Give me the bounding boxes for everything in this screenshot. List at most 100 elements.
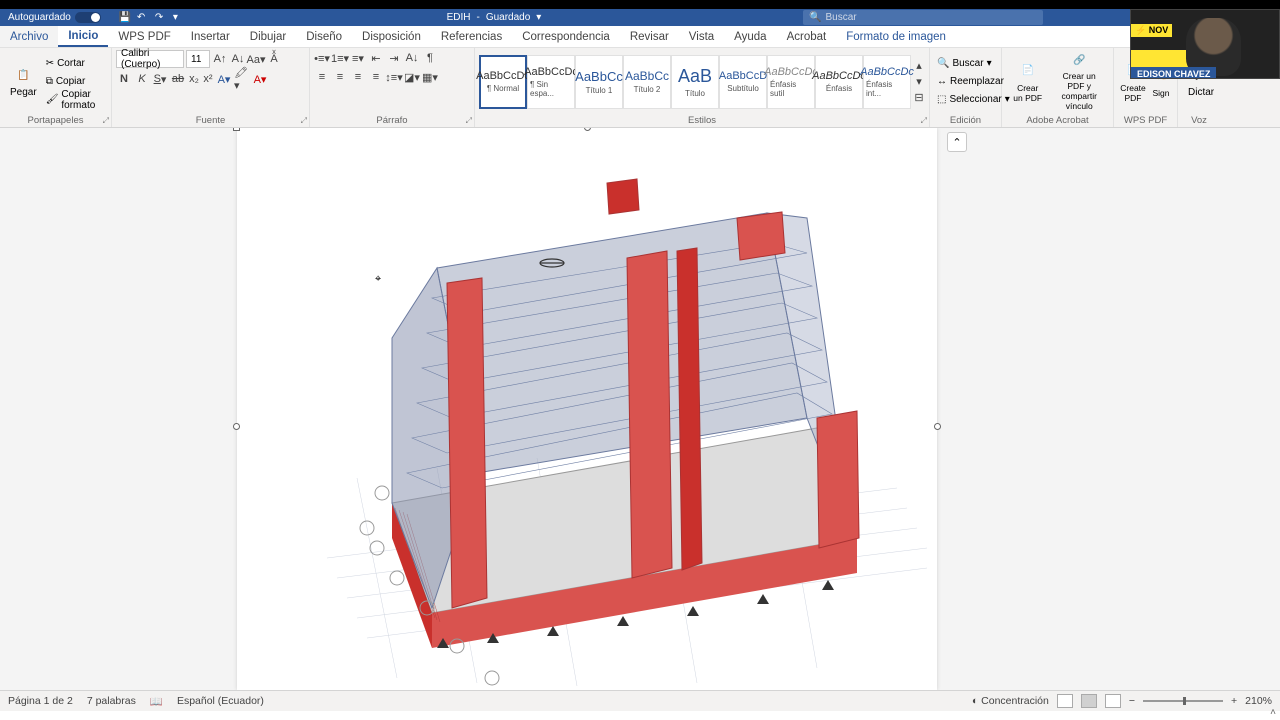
selection-handle[interactable] [233,128,240,131]
autosave-label: Autoguardado [8,12,71,23]
selection-handle[interactable] [934,423,941,430]
tab-insertar[interactable]: Insertar [181,26,240,47]
tab-referencias[interactable]: Referencias [431,26,512,47]
page-indicator[interactable]: Página 1 de 2 [8,695,73,708]
styles-gallery[interactable]: AaBbCcDc¶ Normal AaBbCcDc¶ Sin espa... A… [479,55,911,109]
underline-icon[interactable]: S▾ [152,71,168,87]
clear-format-icon[interactable]: Aͯ [266,51,282,67]
tab-vista[interactable]: Vista [679,26,724,47]
scissors-icon: ✂ [46,58,54,69]
paste-button[interactable]: 📋 Pegar [4,51,43,113]
qat-more-icon[interactable]: ▾ [173,12,185,24]
document-canvas[interactable]: ⌃ [0,128,1280,690]
tab-acrobat[interactable]: Acrobat [777,26,837,47]
cut-button[interactable]: ✂Cortar [43,55,107,73]
change-case-icon[interactable]: Aa▾ [248,51,264,67]
chevron-down-icon[interactable]: ▾ [536,12,541,23]
zoom-in-icon[interactable]: + [1231,695,1237,707]
print-layout-icon[interactable] [1081,694,1097,708]
font-name-combo[interactable]: Calibri (Cuerpo) [116,50,184,68]
align-right-icon[interactable]: ≡ [350,69,366,85]
show-marks-icon[interactable]: ¶ [422,50,438,66]
paragraph-launcher-icon[interactable]: ⤢ [466,116,472,126]
sort-icon[interactable]: A↓ [404,50,420,66]
align-left-icon[interactable]: ≡ [314,69,330,85]
grow-font-icon[interactable]: A↑ [212,51,228,67]
web-layout-icon[interactable] [1105,694,1121,708]
zoom-level[interactable]: 210% [1245,695,1272,707]
numbering-icon[interactable]: 1≡▾ [332,50,348,66]
style-emphasis-subtle[interactable]: AaBbCcDcÉnfasis sutil [767,55,815,109]
tab-wpspdf[interactable]: WPS PDF [108,26,180,47]
save-icon[interactable]: 💾 [119,12,131,24]
style-heading2[interactable]: AaBbCcTítulo 2 [623,55,671,109]
create-pdf-button[interactable]: 📄 Crear un PDF [1006,51,1049,113]
collapse-ribbon-icon[interactable]: ˄ [1270,707,1276,718]
styles-launcher-icon[interactable]: ⤢ [921,116,927,126]
spellcheck-icon[interactable]: 📖 [150,695,163,708]
group-clipboard-label: Portapapeles [0,115,111,127]
redo-icon[interactable]: ↷ [155,12,167,24]
superscript-icon[interactable]: x² [202,71,214,87]
borders-icon[interactable]: ▦▾ [422,69,438,85]
style-title[interactable]: AaBTítulo [671,55,719,109]
search-input[interactable]: 🔍 Buscar [803,10,1043,25]
bold-icon[interactable]: N [116,71,132,87]
tab-dibujar[interactable]: Dibujar [240,26,296,47]
styles-more-icon[interactable]: ⊟ [913,90,925,106]
subscript-icon[interactable]: x₂ [188,71,200,87]
style-emphasis-int[interactable]: AaBbCcDcÉnfasis int... [863,55,911,109]
find-button[interactable]: 🔍Buscar▾ [934,55,1013,73]
layout-options-icon[interactable]: ⌃ [947,132,967,152]
selection-handle[interactable] [233,423,240,430]
share-pdf-button[interactable]: 🔗 Crear un PDF y compartir vínculo [1049,51,1109,113]
style-heading1[interactable]: AaBbCcTítulo 1 [575,55,623,109]
styles-up-icon[interactable]: ▴ [913,58,925,74]
tab-correspondencia[interactable]: Correspondencia [512,26,620,47]
tab-diseno[interactable]: Diseño [296,26,352,47]
building-3d-image[interactable] [277,138,927,688]
bullets-icon[interactable]: •≡▾ [314,50,330,66]
style-subtitle[interactable]: AaBbCcDSubtítulo [719,55,767,109]
copy-icon: ⧉ [46,76,53,87]
clipboard-launcher-icon[interactable]: ⤢ [103,116,109,126]
line-spacing-icon[interactable]: ↕≡▾ [386,69,402,85]
tab-file[interactable]: Archivo [0,26,58,47]
tab-ayuda[interactable]: Ayuda [724,26,776,47]
replace-button[interactable]: ↔Reemplazar [934,73,1013,91]
indent-icon[interactable]: ⇥ [386,50,402,66]
style-normal[interactable]: AaBbCcDc¶ Normal [479,55,527,109]
shrink-font-icon[interactable]: A↓ [230,51,246,67]
font-color-icon[interactable]: A▾ [252,71,268,87]
style-no-spacing[interactable]: AaBbCcDc¶ Sin espa... [527,55,575,109]
zoom-out-icon[interactable]: − [1129,695,1135,707]
font-launcher-icon[interactable]: ⤢ [301,116,307,126]
outdent-icon[interactable]: ⇤ [368,50,384,66]
format-painter-button[interactable]: 🖌Copiar formato [43,91,107,109]
language-indicator[interactable]: Español (Ecuador) [177,695,264,708]
focus-mode[interactable]: ◐ Concentración [972,695,1049,707]
group-styles-label: Estilos [475,115,929,127]
highlight-icon[interactable]: 🖍▾ [234,71,250,87]
zoom-slider[interactable] [1143,700,1223,702]
shading-icon[interactable]: ◪▾ [404,69,420,85]
justify-icon[interactable]: ≡ [368,69,384,85]
selection-handle[interactable] [584,128,591,131]
align-center-icon[interactable]: ≡ [332,69,348,85]
tab-formato-imagen[interactable]: Formato de imagen [836,26,956,47]
select-button[interactable]: ⬚Seleccionar▾ [934,91,1013,109]
word-count[interactable]: 7 palabras [87,695,136,708]
tab-revisar[interactable]: Revisar [620,26,679,47]
read-mode-icon[interactable] [1057,694,1073,708]
italic-icon[interactable]: K [134,71,150,87]
style-emphasis[interactable]: AaBbCcDcÉnfasis [815,55,863,109]
font-size-combo[interactable]: 11 [186,50,210,68]
autosave-toggle[interactable] [75,12,101,23]
tab-disposicion[interactable]: Disposición [352,26,431,47]
undo-icon[interactable]: ↶ [137,12,149,24]
text-effects-icon[interactable]: A▾ [216,71,232,87]
styles-down-icon[interactable]: ▾ [913,74,925,90]
tab-inicio[interactable]: Inicio [58,26,108,47]
strike-icon[interactable]: ab [170,71,186,87]
multilevel-icon[interactable]: ≡▾ [350,50,366,66]
